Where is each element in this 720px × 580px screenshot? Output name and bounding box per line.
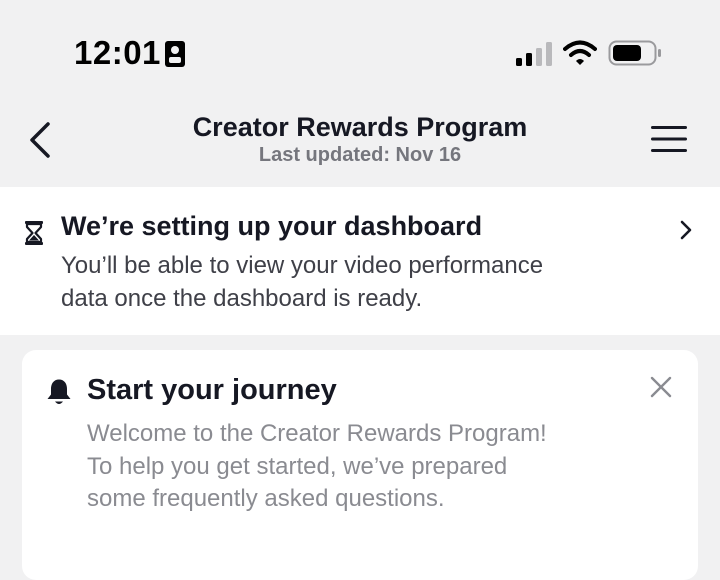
close-icon[interactable]: [650, 376, 672, 398]
id-card-icon: [165, 41, 185, 67]
notice-title: We’re setting up your dashboard: [61, 211, 483, 241]
chevron-right-icon: [680, 220, 692, 240]
page-subtitle: Last updated: Nov 16: [258, 144, 462, 166]
menu-button[interactable]: [650, 124, 688, 154]
dashboard-setup-notice[interactable]: We’re setting up your dashboard You’ll b…: [0, 187, 720, 335]
battery-icon: [608, 40, 661, 66]
page-title: Creator Rewards Program: [192, 112, 528, 142]
bell-icon: [47, 379, 71, 404]
wifi-icon: [563, 40, 597, 65]
notice-body: You’ll be able to view your video perfor…: [61, 252, 544, 312]
hourglass-icon: [25, 221, 43, 245]
card-body: Welcome to the Creator Rewards Program! …: [87, 420, 547, 512]
start-journey-card: Start your journey Welcome to the Creato…: [22, 350, 698, 580]
status-time: 12:01: [74, 34, 161, 71]
cellular-signal-icon: [516, 42, 552, 66]
page-header: Creator Rewards Program Last updated: No…: [0, 100, 720, 186]
status-bar: 12:01: [0, 0, 720, 100]
hamburger-menu-icon: [651, 126, 687, 152]
card-title: Start your journey: [87, 374, 337, 406]
